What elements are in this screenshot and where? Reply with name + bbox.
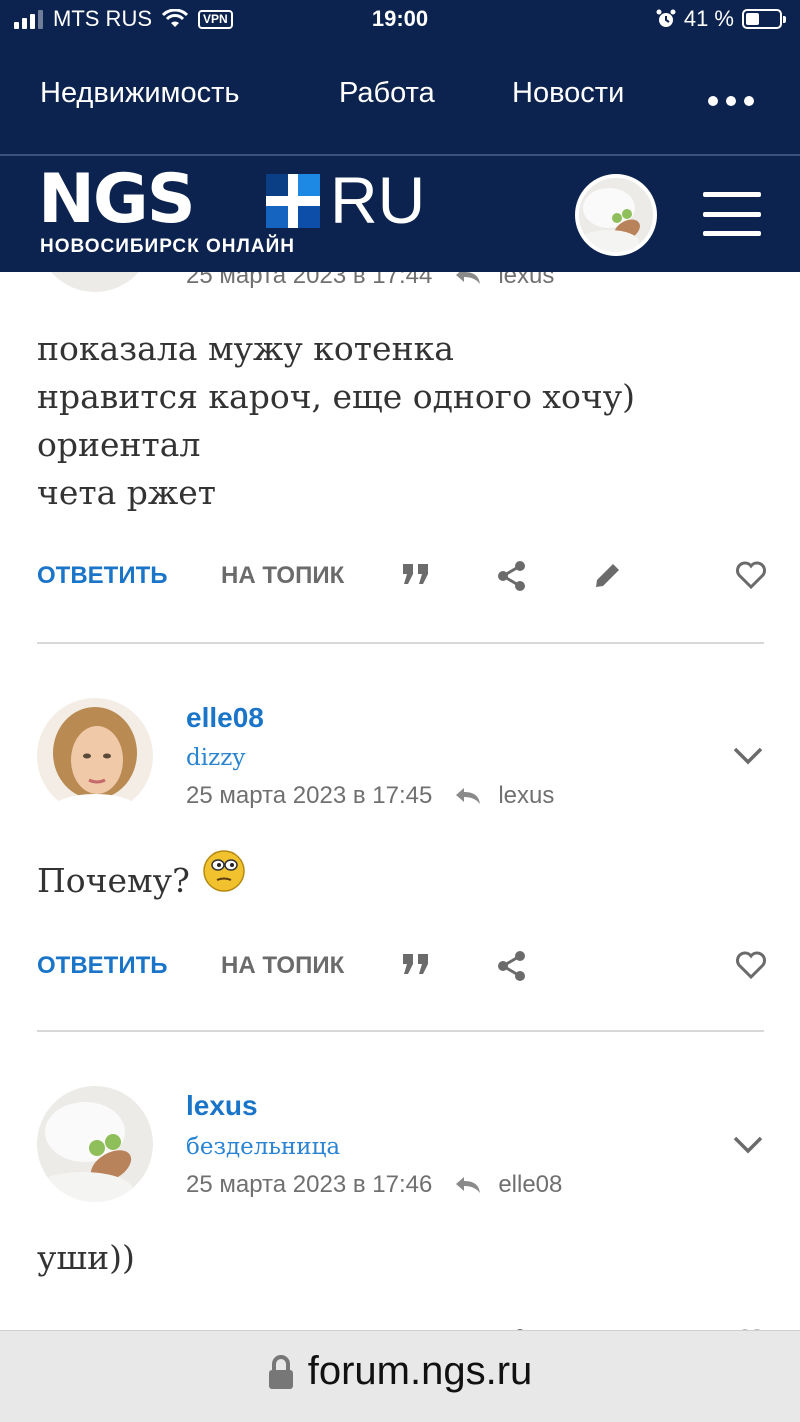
quote-icon[interactable] — [401, 560, 431, 588]
quote-icon[interactable] — [401, 950, 431, 978]
to-topic-button[interactable]: НА ТОПИК — [221, 562, 344, 590]
post-divider — [37, 1030, 764, 1032]
post-line: ориентал — [37, 425, 201, 464]
post-meta: 25 марта 2023 в 17:45 lexus — [186, 782, 554, 810]
post-date: 25 марта 2023 в 17:44 — [186, 272, 433, 289]
share-icon[interactable] — [497, 950, 527, 982]
post-line: нравится кароч, еще одного хочу) — [37, 377, 636, 416]
nav-item-jobs[interactable]: Работа — [339, 77, 435, 110]
post-username[interactable]: elle08 — [186, 702, 264, 734]
alarm-icon — [656, 9, 676, 27]
post-avatar[interactable] — [37, 1086, 153, 1202]
reply-button[interactable]: ОТВЕТИТЬ — [37, 952, 168, 980]
hamburger-menu-icon[interactable] — [703, 192, 761, 236]
post-meta: 25 марта 2023 в 17:44 lexus — [186, 272, 554, 290]
reply-arrow-icon — [456, 1177, 481, 1193]
post-body: Почему? — [37, 850, 246, 905]
post-actions: ОТВЕТИТЬ НА ТОПИК — [37, 946, 767, 986]
reply-arrow-icon — [456, 788, 481, 804]
reply-to-user[interactable]: elle08 — [498, 1171, 562, 1199]
post-line: показала мужу котенка — [37, 329, 454, 368]
post-line: Почему? — [37, 861, 190, 900]
nav-item-real-estate[interactable]: Недвижимость — [40, 77, 240, 110]
post-avatar[interactable] — [37, 272, 153, 292]
user-status: бездельница — [186, 1134, 341, 1160]
post-body: уши)) — [37, 1234, 135, 1282]
nav-item-news[interactable]: Новости — [512, 77, 624, 110]
chevron-down-icon[interactable] — [732, 746, 764, 766]
reply-to-user[interactable]: lexus — [498, 782, 554, 810]
post-divider — [37, 642, 764, 644]
edit-icon[interactable] — [593, 560, 623, 590]
battery-percent: 41 % — [683, 6, 734, 31]
user-status: dizzy — [186, 745, 246, 771]
site-header: NGS RU НОВОСИБИРСК ОНЛАЙН — [0, 156, 800, 272]
top-nav: Недвижимость Работа Новости — [0, 44, 800, 156]
logo-ngs-text: NGS — [38, 160, 196, 239]
post-body: показала мужу котенка нравится кароч, ещ… — [37, 325, 635, 517]
post-username[interactable]: lexus — [186, 1090, 258, 1122]
share-icon[interactable] — [497, 560, 527, 592]
forum-thread: 25 марта 2023 в 17:44 lexus показала муж… — [0, 272, 800, 1330]
chevron-down-icon[interactable] — [732, 1135, 764, 1155]
like-heart-icon[interactable] — [735, 950, 767, 980]
post-line: чета ржет — [37, 473, 217, 512]
reply-arrow-icon — [456, 272, 481, 284]
like-heart-icon[interactable] — [735, 560, 767, 590]
confused-emoji-icon — [203, 850, 245, 892]
url-text[interactable]: forum.ngs.ru — [308, 1349, 533, 1394]
battery-icon — [742, 9, 786, 29]
post-date: 25 марта 2023 в 17:45 — [186, 782, 433, 809]
more-menu-icon[interactable] — [708, 96, 754, 106]
post-actions: ОТВЕТИТЬ НА ТОПИК — [37, 556, 767, 596]
reply-button[interactable]: ОТВЕТИТЬ — [37, 562, 168, 590]
status-bar: MTS RUS VPN 19:00 41 % — [0, 0, 800, 44]
lock-icon — [268, 1354, 293, 1389]
post-line: уши)) — [37, 1238, 135, 1277]
post-date: 25 марта 2023 в 17:46 — [186, 1171, 433, 1198]
logo-ru-text: RU — [330, 163, 426, 237]
user-avatar[interactable] — [575, 174, 657, 256]
reply-to-user[interactable]: lexus — [498, 272, 554, 290]
post-avatar[interactable] — [37, 698, 153, 814]
to-topic-button[interactable]: НА ТОПИК — [221, 952, 344, 980]
logo-subtitle: НОВОСИБИРСК ОНЛАЙН — [40, 236, 295, 257]
browser-url-bar[interactable]: forum.ngs.ru — [0, 1330, 800, 1422]
post-meta: 25 марта 2023 в 17:46 elle08 — [186, 1171, 562, 1199]
logo-square-icon — [266, 174, 320, 228]
